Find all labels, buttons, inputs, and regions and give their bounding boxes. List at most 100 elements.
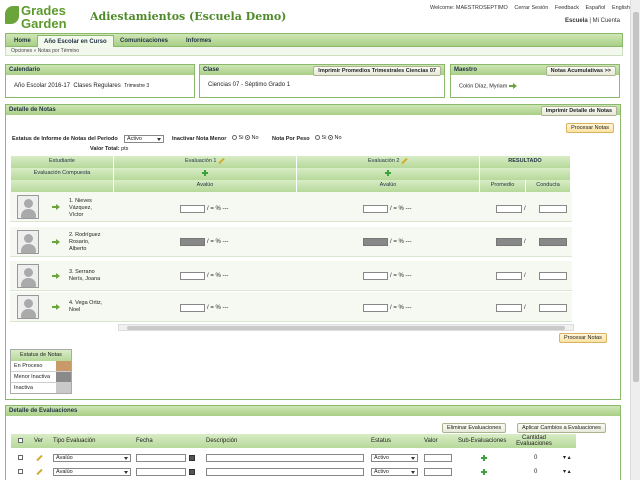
- add-plus-icon[interactable]: [481, 469, 487, 475]
- peso-no-radio[interactable]: [327, 135, 333, 141]
- logout-link[interactable]: Cerrar Sesión: [514, 5, 548, 11]
- maestro-panel: Maestro Notas Acumulativas >> Colón Díaz…: [450, 64, 620, 98]
- peso-si-radio[interactable]: [315, 135, 320, 141]
- breadcrumb: Opciones » Notas por Término: [5, 47, 623, 56]
- score-input[interactable]: [180, 304, 205, 312]
- calendar-icon[interactable]: [189, 455, 195, 461]
- scrollbar-thumb[interactable]: [633, 12, 639, 382]
- feedback-link[interactable]: Feedback: [555, 5, 579, 11]
- eval2-add: [297, 168, 480, 180]
- select-all-checkbox[interactable]: [18, 438, 23, 443]
- program: Clases Regulares: [73, 83, 121, 89]
- col-ver: Ver: [34, 438, 44, 444]
- tipo-select[interactable]: Avalúo: [53, 468, 131, 476]
- score-input[interactable]: [363, 205, 388, 213]
- valor-input[interactable]: [424, 454, 452, 462]
- reorder-arrows-icon[interactable]: ▾ ▴: [563, 454, 571, 461]
- edit-pencil-icon[interactable]: [401, 157, 408, 164]
- col-conducta: Conducta: [526, 180, 571, 192]
- calendar-icon[interactable]: [189, 469, 195, 475]
- english-link[interactable]: English: [612, 5, 630, 11]
- student-name-2: Vázquez,: [69, 205, 92, 211]
- inactivar-no-radio[interactable]: [244, 135, 250, 141]
- fecha-input[interactable]: [136, 468, 186, 476]
- estatus-legend: Estatus de Notas En Proceso Menor Inacti…: [10, 349, 72, 394]
- estatus-select[interactable]: Activo: [124, 135, 164, 143]
- edit-pencil-icon[interactable]: [36, 454, 43, 462]
- breadcrumb-separator: »: [33, 48, 37, 54]
- student-name: 4. Vega Ortiz, Noel: [69, 300, 102, 314]
- tab-ano-escolar[interactable]: Año Escolar en Curso: [37, 35, 114, 47]
- student-name-1: 3. Serrano: [69, 269, 95, 275]
- avatar: [17, 230, 39, 254]
- estatus-select[interactable]: Activo: [371, 454, 418, 462]
- top-links: Welcome: MAESTROSEPTIMO Cerrar Sesión Fe…: [430, 5, 635, 11]
- legend-swatch: [56, 383, 71, 393]
- main-nav: Home Año Escolar en Curso Comunicaciones…: [5, 33, 623, 47]
- add-plus-icon[interactable]: [202, 170, 208, 176]
- score-input[interactable]: [180, 272, 205, 280]
- tab-comunicaciones[interactable]: Comunicaciones: [114, 35, 174, 47]
- col-estudiante: Estudiante: [11, 156, 114, 168]
- col-promedio: Promedio: [480, 180, 526, 192]
- descripcion-input[interactable]: [206, 454, 364, 462]
- valor-total: Valor Total: pts: [90, 146, 128, 152]
- eliminar-evaluaciones-button[interactable]: Eliminar Evaluaciones: [442, 423, 507, 433]
- promedio-input[interactable]: [496, 304, 522, 312]
- conducta-input[interactable]: [539, 205, 567, 213]
- row-checkbox[interactable]: [18, 455, 23, 460]
- horizontal-scrollbar[interactable]: [118, 324, 574, 331]
- breadcrumb-opciones[interactable]: Opciones: [11, 48, 32, 54]
- eval2-label: Evaluación 2: [367, 158, 400, 164]
- row-checkbox[interactable]: [18, 469, 23, 474]
- add-plus-icon[interactable]: [481, 455, 487, 461]
- arrow-right-icon[interactable]: [52, 204, 60, 210]
- student-row: 1. Nieves Vázquez, Víctor / = % --- / = …: [10, 192, 572, 222]
- edit-pencil-icon[interactable]: [218, 157, 225, 164]
- calendario-panel: Calendario Año Escolar 2016-17 Clases Re…: [5, 64, 195, 98]
- arrow-right-icon[interactable]: [508, 83, 517, 89]
- conducta-input[interactable]: [539, 272, 567, 280]
- print-detalle-button[interactable]: Imprimir Detalle de Notas: [540, 106, 617, 116]
- scrollbar-thumb[interactable]: [127, 326, 565, 330]
- estatus-select[interactable]: Activo: [371, 468, 418, 476]
- leaf-icon: [5, 6, 19, 24]
- breadcrumb-notas[interactable]: Notas por Término: [38, 48, 79, 54]
- aplicar-cambios-button[interactable]: Aplicar Cambios a Evaluaciones: [517, 423, 606, 433]
- score-input[interactable]: [180, 205, 205, 213]
- fecha-input[interactable]: [136, 454, 186, 462]
- arrow-right-icon[interactable]: [52, 304, 60, 310]
- descripcion-input[interactable]: [206, 468, 364, 476]
- school-year: Año Escolar 2016-17: [14, 83, 71, 89]
- valor-total-value: pts: [121, 146, 129, 152]
- inactivar-si-radio[interactable]: [232, 135, 237, 141]
- page-scrollbar[interactable]: [630, 0, 640, 480]
- procesar-notas-button[interactable]: Procesar Notas: [566, 123, 614, 133]
- print-trimestral-button[interactable]: Imprimir Promedios Trimestrales Ciencias…: [313, 66, 441, 76]
- score-input[interactable]: [363, 272, 388, 280]
- arrow-right-icon[interactable]: [52, 273, 60, 279]
- maestro-title: Maestro: [454, 67, 478, 73]
- promedio-input[interactable]: [496, 272, 522, 280]
- spanish-link[interactable]: Español: [586, 5, 606, 11]
- edit-pencil-icon[interactable]: [36, 468, 43, 476]
- school-link[interactable]: Escuela: [565, 18, 588, 24]
- detalle-evaluaciones-panel: Detalle de Evaluaciones Eliminar Evaluac…: [5, 405, 621, 480]
- conducta-input[interactable]: [539, 304, 567, 312]
- separator: |: [589, 18, 591, 24]
- promedio-input[interactable]: [496, 205, 522, 213]
- tab-informes[interactable]: Informes: [180, 35, 217, 47]
- arrow-right-icon[interactable]: [52, 239, 60, 245]
- tab-home[interactable]: Home: [8, 35, 37, 47]
- maestro-name: Colón Díaz, Myriam: [459, 83, 508, 90]
- reorder-arrows-icon[interactable]: ▾ ▴: [563, 468, 571, 475]
- procesar-notas-bottom-button[interactable]: Procesar Notas: [559, 333, 607, 343]
- add-plus-icon[interactable]: [385, 170, 391, 176]
- tipo-select[interactable]: Avalúo: [53, 454, 131, 462]
- legend-inactiva: Inactiva: [11, 383, 71, 394]
- notas-acumulativas-button[interactable]: Notas Acumulativas >>: [545, 66, 616, 76]
- valor-input[interactable]: [424, 468, 452, 476]
- legend-menor-inactiva: Menor Inactiva: [11, 372, 71, 383]
- account-link[interactable]: Mi Cuenta: [593, 18, 620, 24]
- score-input[interactable]: [363, 304, 388, 312]
